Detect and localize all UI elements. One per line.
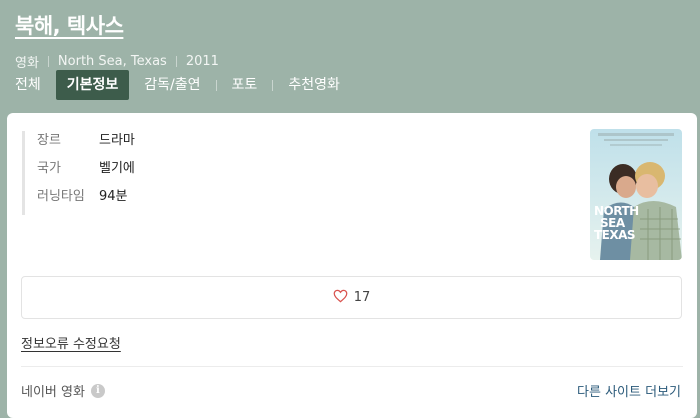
more-sites-link[interactable]: 다른 사이트 더보기 [577, 381, 681, 400]
report-error-link[interactable]: 정보오류 수정요청 [21, 333, 121, 352]
meta-divider [175, 56, 177, 67]
divider [21, 366, 683, 367]
page-title[interactable]: 북해, 텍사스 [15, 10, 124, 40]
info-card: 장르 드라마 국가 벨기에 러닝타임 94분 NORTH SEA TEXAS 1… [7, 113, 697, 418]
tab-photo[interactable]: 포토 [232, 70, 258, 100]
poster-title-line: TEXAS [594, 228, 636, 242]
poster-title: NORTH SEA TEXAS [594, 205, 639, 241]
source-label: 네이버 영화 i [21, 381, 105, 400]
tab-divider [215, 79, 217, 91]
info-list: 장르 드라마 국가 벨기에 러닝타임 94분 [22, 131, 135, 215]
like-count: 17 [353, 290, 371, 305]
info-icon[interactable]: i [90, 383, 105, 398]
tab-divider [272, 79, 274, 91]
info-key: 장르 [37, 133, 61, 148]
info-value: 벨기에 [99, 161, 135, 176]
tab-bar: 전체 기본정보 감독/출연 포토 추천영화 [15, 70, 340, 100]
tab-all[interactable]: 전체 [15, 70, 41, 100]
tab-recommended[interactable]: 추천영화 [288, 70, 340, 100]
movie-meta: 영화 North Sea, Texas 2011 [15, 52, 685, 71]
tab-cast[interactable]: 감독/출연 [144, 70, 200, 100]
info-row-runtime: 러닝타임 94분 [37, 187, 135, 215]
meta-year: 2011 [185, 54, 219, 69]
movie-poster[interactable]: NORTH SEA TEXAS [590, 129, 682, 260]
info-value: 94분 [99, 189, 128, 204]
meta-type: 영화 [15, 56, 39, 71]
meta-original-title: North Sea, Texas [57, 54, 167, 69]
header: 북해, 텍사스 영화 North Sea, Texas 2011 [15, 10, 685, 71]
info-row-genre: 장르 드라마 [37, 131, 135, 159]
info-key: 국가 [37, 161, 61, 176]
info-key: 러닝타임 [37, 189, 85, 204]
meta-divider [47, 56, 49, 67]
source-name: 네이버 영화 [21, 385, 85, 400]
tab-basic-info[interactable]: 기본정보 [55, 70, 130, 100]
heart-icon [333, 288, 348, 307]
info-value: 드라마 [99, 133, 135, 148]
like-button[interactable]: 17 [21, 276, 682, 319]
info-row-country: 국가 벨기에 [37, 159, 135, 187]
